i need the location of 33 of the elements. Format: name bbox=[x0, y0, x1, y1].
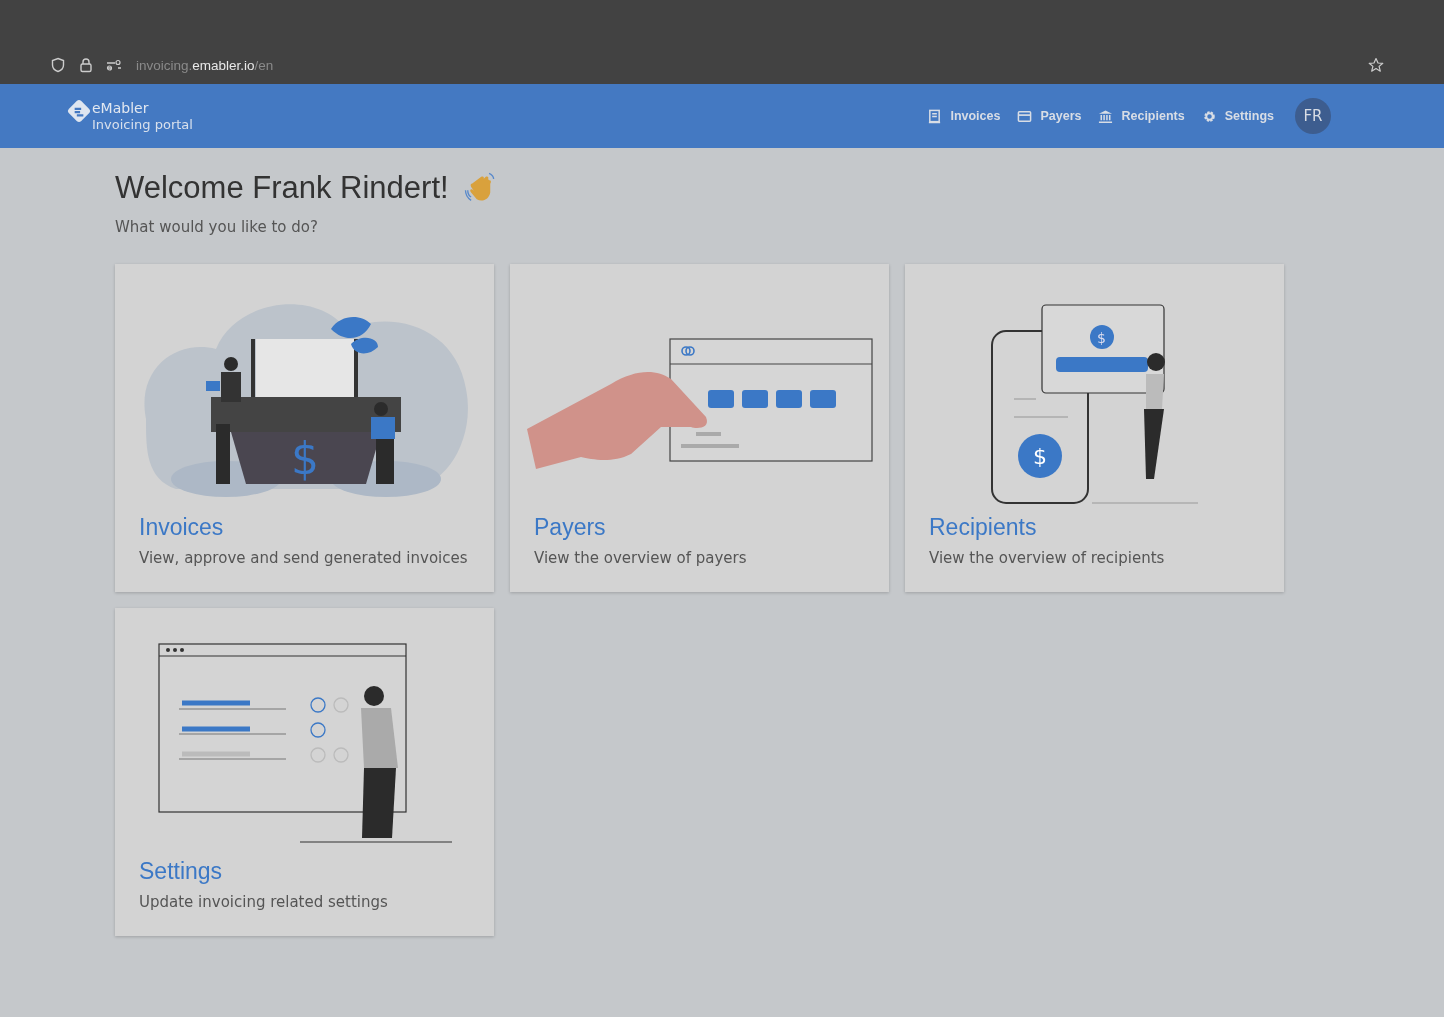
sliders-icon[interactable] bbox=[106, 57, 122, 73]
brand-subtitle: Invoicing portal bbox=[92, 116, 193, 133]
nav-link[interactable]: Settings bbox=[1201, 108, 1274, 124]
dollar-sign: $ bbox=[290, 433, 319, 484]
nav-link[interactable]: Payers bbox=[1017, 108, 1082, 124]
welcome-title: Welcome Frank Rindert! bbox=[115, 170, 449, 206]
dollar-sign: $ bbox=[1032, 444, 1047, 469]
nav-card[interactable]: Settings Update invoicing related settings bbox=[115, 608, 494, 936]
settings-icon bbox=[1201, 108, 1217, 124]
card-title: Payers bbox=[534, 514, 607, 541]
nav-card[interactable]: $ $ Recipients View the overview of recipients bbox=[905, 264, 1284, 592]
card-title: Invoices bbox=[139, 514, 225, 541]
card-description: Update invoicing related settings bbox=[139, 893, 389, 911]
lock-icon[interactable] bbox=[78, 57, 94, 73]
star-icon[interactable] bbox=[1368, 57, 1384, 73]
nav-link[interactable]: Recipients bbox=[1098, 108, 1185, 124]
receipt-icon bbox=[927, 108, 943, 124]
brand-name[interactable]: eMabler bbox=[92, 99, 193, 117]
card-description: View the overview of recipients bbox=[929, 549, 1166, 567]
nav-card[interactable]: Payers View the overview of payers bbox=[510, 264, 889, 592]
nav-card[interactable]: $ Invoices View, approve and send generated invoices bbox=[115, 264, 494, 592]
user-avatar[interactable]: FR bbox=[1295, 98, 1331, 134]
welcome-subtitle: What would you like to do? bbox=[115, 218, 319, 236]
dollar-sign: $ bbox=[1096, 330, 1106, 346]
card-title: Recipients bbox=[929, 514, 1038, 541]
nav-link[interactable]: Invoices bbox=[927, 108, 1001, 124]
shield-icon[interactable] bbox=[50, 57, 66, 73]
bank-icon bbox=[1098, 108, 1114, 124]
card-description: View, approve and send generated invoices bbox=[139, 549, 469, 567]
card-description: View the overview of payers bbox=[534, 549, 748, 567]
card-icon bbox=[1017, 108, 1033, 124]
card-title: Settings bbox=[139, 858, 224, 885]
url-field[interactable]: invoicing.emabler.io/en bbox=[136, 58, 274, 73]
